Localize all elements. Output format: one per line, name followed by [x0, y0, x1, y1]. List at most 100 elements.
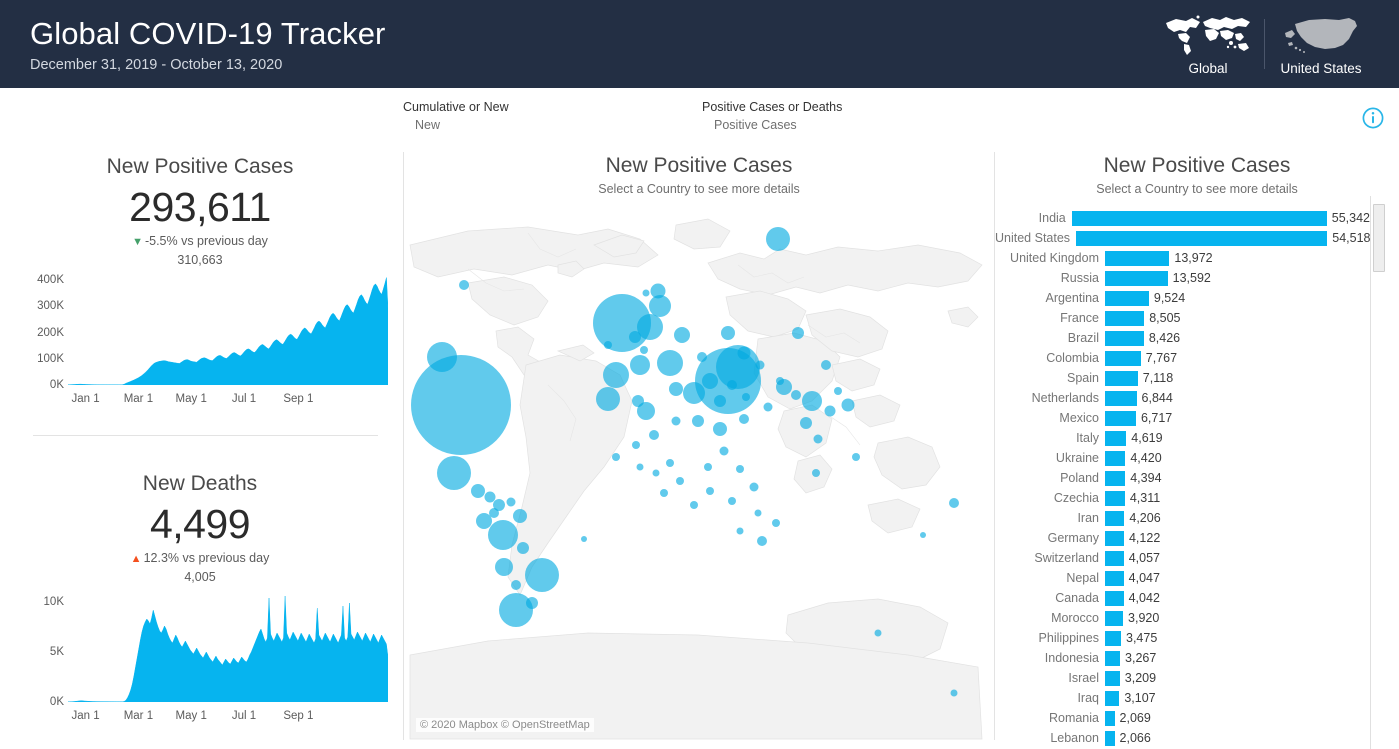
filter-cumulative-or-new-value[interactable]: New	[403, 116, 509, 134]
map-bubble[interactable]	[603, 362, 629, 388]
map-bubble[interactable]	[802, 391, 822, 411]
country-bar-row[interactable]: Mexico6,717	[995, 408, 1370, 428]
country-bar-row[interactable]: Argentina9,524	[995, 288, 1370, 308]
country-bar-row[interactable]: Iraq3,107	[995, 688, 1370, 708]
country-bar-row[interactable]: Romania2,069	[995, 708, 1370, 728]
map-bubble[interactable]	[951, 690, 958, 697]
map-bubble[interactable]	[949, 498, 959, 508]
country-bar-row[interactable]: Czechia4,311	[995, 488, 1370, 508]
map-bubble[interactable]	[672, 417, 681, 426]
map-bubble[interactable]	[593, 294, 651, 352]
map-bubble[interactable]	[511, 580, 521, 590]
country-bar-row[interactable]: Philippines3,475	[995, 628, 1370, 648]
country-bar-row[interactable]: Indonesia3,267	[995, 648, 1370, 668]
map-bubble[interactable]	[750, 483, 759, 492]
map-bubble[interactable]	[690, 501, 698, 509]
map-bubble[interactable]	[852, 453, 860, 461]
map-bubble[interactable]	[630, 355, 650, 375]
map-bubble[interactable]	[411, 355, 511, 455]
map-bubble[interactable]	[653, 470, 660, 477]
map-bubble[interactable]	[800, 417, 812, 429]
map-bubble[interactable]	[471, 484, 485, 498]
country-bar-row[interactable]: Poland4,394	[995, 468, 1370, 488]
map-bubble[interactable]	[499, 593, 533, 627]
map-bubble[interactable]	[581, 536, 587, 542]
bar-list-scrollbar[interactable]	[1370, 196, 1387, 749]
map-bubble[interactable]	[459, 280, 469, 290]
info-circle-icon[interactable]	[1361, 106, 1385, 135]
map-bubble[interactable]	[812, 469, 820, 477]
geo-toggle-united-states[interactable]: United States	[1271, 13, 1371, 76]
map-bubble[interactable]	[766, 227, 790, 251]
map-bubble[interactable]	[513, 509, 527, 523]
map-bubble[interactable]	[776, 379, 792, 395]
map-bubble[interactable]	[737, 528, 744, 535]
map-bubble[interactable]	[637, 464, 644, 471]
country-bar-list[interactable]: India55,342United States54,518United Kin…	[995, 208, 1370, 749]
map-bubble[interactable]	[695, 348, 761, 414]
map-bubble[interactable]	[649, 295, 671, 317]
map-bubble[interactable]	[643, 290, 650, 297]
map-bubble[interactable]	[704, 463, 712, 471]
map-bubble[interactable]	[657, 350, 683, 376]
map-bubble[interactable]	[596, 387, 620, 411]
map-bubble[interactable]	[674, 327, 690, 343]
map-bubble[interactable]	[825, 406, 836, 417]
map-bubble[interactable]	[660, 489, 668, 497]
map-bubble[interactable]	[525, 558, 559, 592]
map-bubble[interactable]	[792, 327, 804, 339]
map-bubble[interactable]	[507, 498, 516, 507]
map-bubble[interactable]	[720, 447, 729, 456]
country-bar-row[interactable]: Germany4,122	[995, 528, 1370, 548]
map-bubble[interactable]	[772, 519, 780, 527]
country-bar-row[interactable]: Canada4,042	[995, 588, 1370, 608]
map-bubble[interactable]	[649, 430, 659, 440]
map-bubble[interactable]	[736, 465, 744, 473]
map-bubble[interactable]	[834, 387, 842, 395]
map-bubble[interactable]	[755, 510, 762, 517]
country-bar-row[interactable]: Morocco3,920	[995, 608, 1370, 628]
country-bar-row[interactable]: Colombia7,767	[995, 348, 1370, 368]
map-bubble[interactable]	[721, 326, 735, 340]
map-bubble[interactable]	[814, 435, 823, 444]
country-bar-row[interactable]: France8,505	[995, 308, 1370, 328]
map-bubble[interactable]	[713, 422, 727, 436]
country-bar-row[interactable]: Spain7,118	[995, 368, 1370, 388]
country-bar-row[interactable]: United Kingdom13,972	[995, 248, 1370, 268]
map-bubble[interactable]	[437, 456, 471, 490]
map-bubble[interactable]	[821, 360, 831, 370]
map-bubble[interactable]	[791, 390, 801, 400]
country-bar-row[interactable]: Brazil8,426	[995, 328, 1370, 348]
geo-toggle-global[interactable]: Global	[1158, 13, 1258, 76]
country-bar-row[interactable]: United States54,518	[995, 228, 1370, 248]
map-bubble[interactable]	[517, 542, 529, 554]
map-bubble[interactable]	[757, 536, 767, 546]
map-bubble[interactable]	[920, 532, 926, 538]
map-bubble[interactable]	[728, 497, 736, 505]
map-bubble[interactable]	[676, 477, 684, 485]
map-bubble[interactable]	[495, 558, 513, 576]
map-bubble[interactable]	[842, 399, 855, 412]
map-bubble[interactable]	[640, 346, 648, 354]
country-bar-row[interactable]: Ukraine4,420	[995, 448, 1370, 468]
filter-cases-or-deaths-value[interactable]: Positive Cases	[702, 116, 842, 134]
country-bar-row[interactable]: Switzerland4,057	[995, 548, 1370, 568]
bar-list-scrollbar-thumb[interactable]	[1373, 204, 1385, 272]
map-bubble[interactable]	[692, 415, 704, 427]
map-bubble[interactable]	[764, 403, 773, 412]
country-bar-row[interactable]: Italy4,619	[995, 428, 1370, 448]
map-bubble[interactable]	[651, 284, 666, 299]
map-bubble[interactable]	[669, 382, 683, 396]
world-bubble-map[interactable]: © 2020 Mapbox © OpenStreetMap	[408, 205, 986, 740]
country-bar-row[interactable]: Russia13,592	[995, 268, 1370, 288]
country-bar-row[interactable]: Lebanon2,066	[995, 728, 1370, 748]
map-bubble[interactable]	[739, 414, 749, 424]
map-bubble[interactable]	[666, 459, 674, 467]
map-bubble[interactable]	[632, 441, 640, 449]
country-bar-row[interactable]: India55,342	[995, 208, 1370, 228]
map-bubble[interactable]	[488, 520, 518, 550]
country-bar-row[interactable]: Nepal4,047	[995, 568, 1370, 588]
map-bubble[interactable]	[637, 402, 655, 420]
map-bubble[interactable]	[706, 487, 714, 495]
country-bar-row[interactable]: Iran4,206	[995, 508, 1370, 528]
